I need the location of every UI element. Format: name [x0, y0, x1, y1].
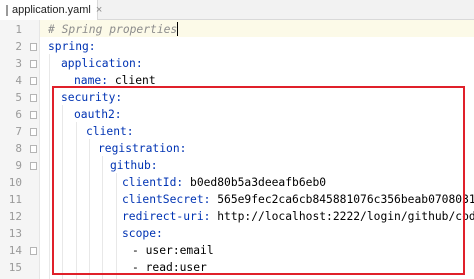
line-number: 9 [15, 159, 22, 172]
editor-tab-bar: application.yaml × [0, 0, 474, 20]
fold-marker-icon[interactable] [30, 60, 37, 68]
line-number: 1 [15, 23, 22, 36]
line-number: 10 [8, 176, 22, 189]
line-number: 3 [15, 57, 22, 70]
line-number: 11 [8, 193, 22, 206]
comment-text: # Spring properties [48, 23, 178, 36]
line-number: 5 [15, 91, 22, 104]
fold-marker-icon[interactable] [30, 247, 37, 255]
close-icon[interactable]: × [96, 4, 102, 16]
annotation-highlight-box [52, 86, 465, 275]
tab-application-yaml[interactable]: application.yaml × [0, 0, 102, 20]
line-number: 8 [15, 142, 22, 155]
line-number: 6 [15, 108, 22, 121]
fold-marker-icon[interactable] [30, 111, 37, 119]
fold-end-icon[interactable] [30, 77, 37, 85]
fold-marker-icon[interactable] [30, 43, 37, 51]
tab-label: application.yaml [12, 4, 91, 16]
yaml-file-icon [6, 4, 8, 16]
line-number: 15 [8, 261, 22, 274]
fold-marker-icon[interactable] [30, 128, 37, 136]
line-number: 13 [8, 227, 22, 240]
line-number-gutter: 1 2 3 4 5 6 7 8 9 10 11 12 13 14 15 [0, 20, 40, 279]
fold-marker-icon[interactable] [30, 94, 37, 102]
code-line-2: spring: [48, 38, 96, 55]
code-line-1: # Spring properties [48, 21, 179, 38]
yaml-key: spring: [48, 40, 96, 53]
code-line-3: application: [61, 55, 143, 72]
line-number: 12 [8, 210, 22, 223]
fold-marker-icon[interactable] [30, 145, 37, 153]
fold-marker-icon[interactable] [30, 162, 37, 170]
line-number: 4 [15, 74, 22, 87]
line-number: 14 [8, 244, 22, 257]
indent-guide [49, 54, 50, 279]
line-number: 7 [15, 125, 22, 138]
line-number: 2 [15, 40, 22, 53]
text-cursor [177, 22, 179, 36]
yaml-key: application: [61, 57, 143, 70]
